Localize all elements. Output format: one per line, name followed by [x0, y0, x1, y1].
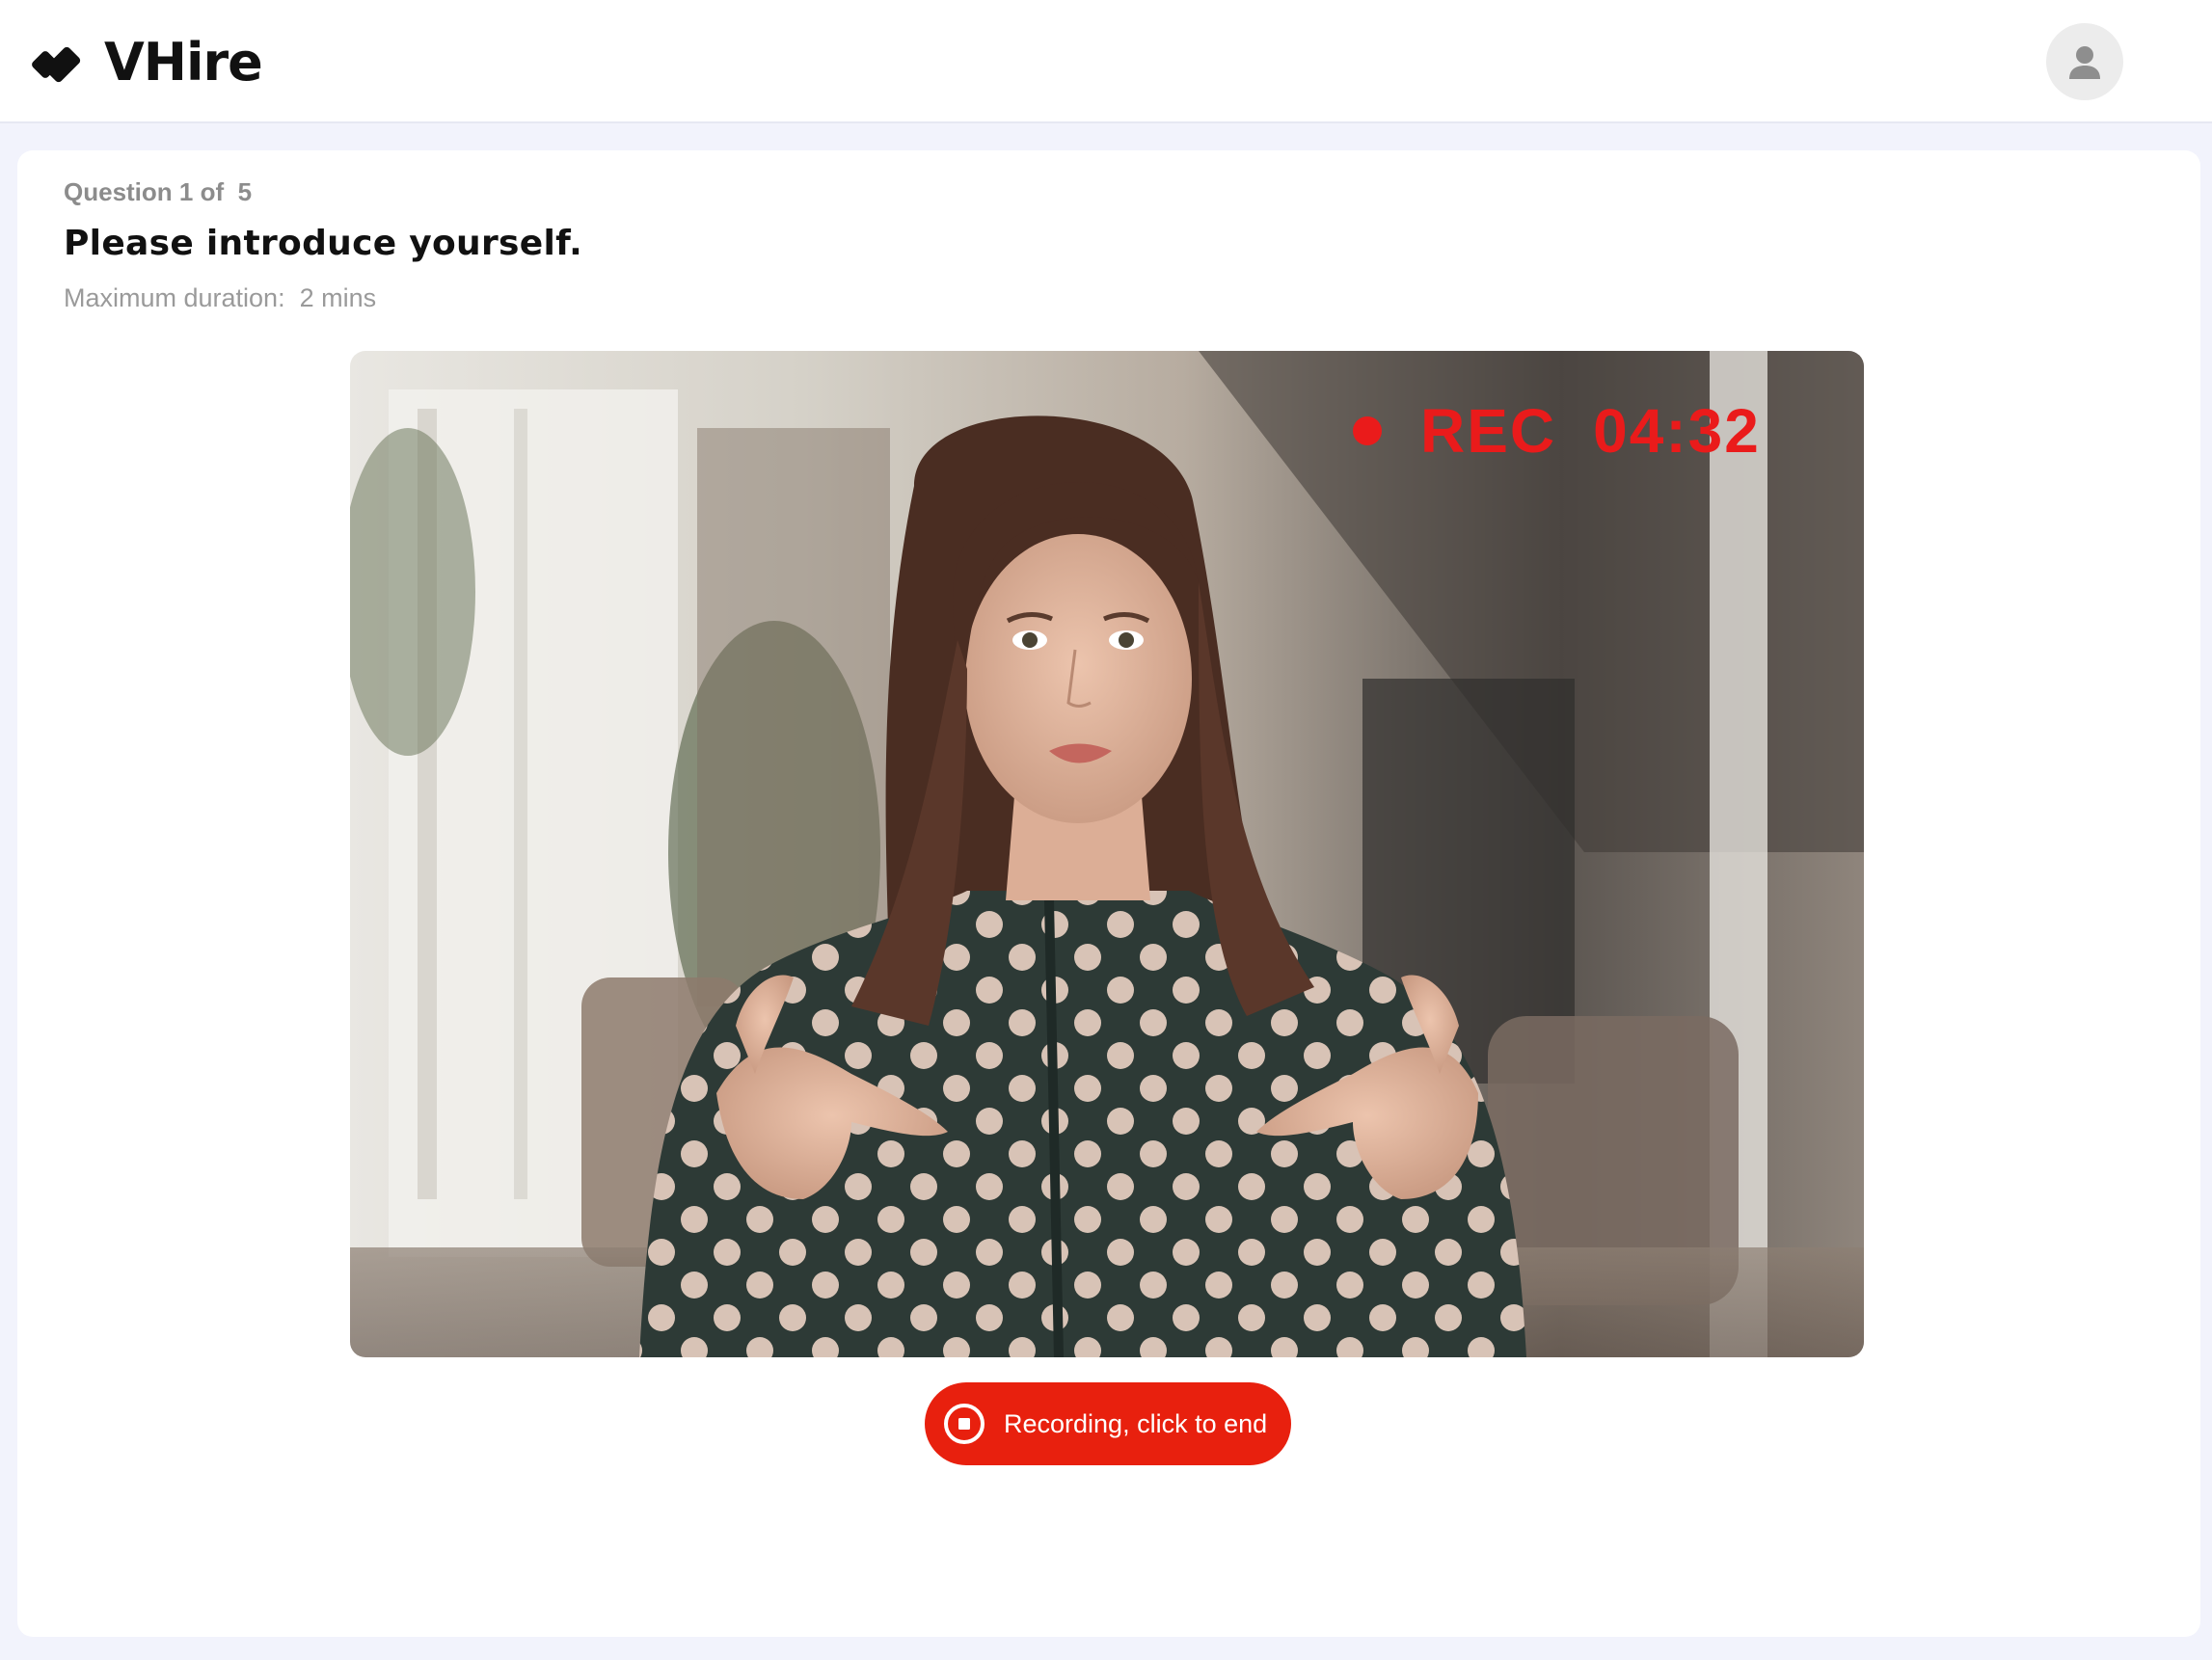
- top-bar: VHire: [0, 0, 2212, 123]
- brand-name: VHire: [104, 31, 263, 93]
- vhire-logo-icon: [32, 46, 81, 83]
- stop-recording-label: Recording, click to end: [1004, 1408, 1268, 1438]
- question-counter: Question 1 of 5: [64, 177, 253, 206]
- user-avatar[interactable]: [2046, 23, 2123, 100]
- record-dot-icon: [1353, 416, 1382, 445]
- stop-icon: [944, 1404, 985, 1444]
- video-preview: REC 04:32: [350, 351, 1864, 1357]
- recording-timer: 04:32: [1593, 396, 1761, 466]
- brand-logo[interactable]: VHire: [31, 29, 263, 94]
- question-title: Please introduce yourself.: [64, 224, 583, 263]
- camera-feed-image: [350, 351, 1864, 1357]
- recording-indicator: REC 04:32: [1353, 395, 1761, 467]
- max-duration: Maximum duration: 2 mins: [64, 283, 377, 312]
- rec-label: REC: [1420, 396, 1557, 466]
- question-card: Question 1 of 5 Please introduce yoursel…: [17, 150, 2200, 1637]
- stop-recording-button[interactable]: Recording, click to end: [925, 1382, 1291, 1465]
- user-icon: [2069, 46, 2100, 79]
